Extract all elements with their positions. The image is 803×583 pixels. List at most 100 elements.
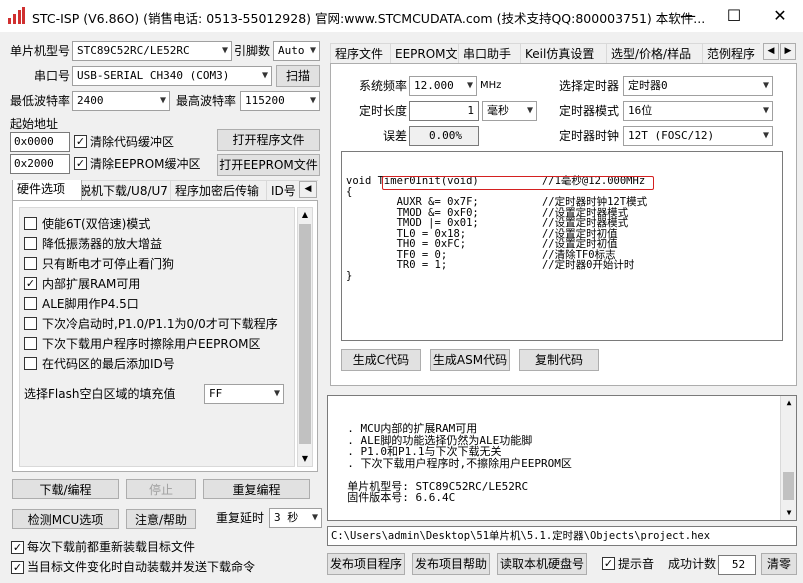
open-eeprom-file-button[interactable]: 打开EEPROM文件 xyxy=(217,154,320,176)
timer-select[interactable]: 定时器0 ▼ xyxy=(623,76,773,96)
clear-count-button[interactable]: 清零 xyxy=(761,553,797,575)
max-baud-value: 115200 xyxy=(245,94,285,107)
tab-hardware-options[interactable]: 硬件选项 xyxy=(12,180,82,200)
tab-serial-assistant[interactable]: 串口助手 xyxy=(458,43,528,63)
mcu-type-select[interactable]: STC89C52RC/LE52RC ▼ xyxy=(72,41,232,61)
read-disk-id-button[interactable]: 读取本机硬盘号 xyxy=(497,553,587,575)
file-path-field[interactable]: C:\Users\admin\Desktop\51单片机\5.1.定时器\Obj… xyxy=(327,526,797,546)
output-log[interactable]: . MCU内部的扩展RAM可用 . ALE脚的功能选择仍然为ALE功能脚 . P… xyxy=(327,395,797,538)
hardware-option-item[interactable]: 降低振荡器的放大增益 xyxy=(24,234,162,254)
success-count-label: 成功计数 xyxy=(668,557,717,571)
window-title: STC-ISP (V6.86O) (销售电话: 0513-55012928) 官… xyxy=(32,11,706,26)
clear-eeprom-checkbox[interactable]: ✓ xyxy=(74,157,87,170)
tab-offline-download[interactable]: 脱机下载/U8/U7 xyxy=(74,180,178,200)
option-checkbox[interactable] xyxy=(24,217,37,230)
scroll-up-icon[interactable]: ▲ xyxy=(781,396,797,410)
timer-clock-select[interactable]: 12T (FOSC/12) ▼ xyxy=(623,126,773,146)
hardware-option-item[interactable]: 使能6T(双倍速)模式 xyxy=(24,214,150,234)
option-checkbox[interactable]: ✓ xyxy=(24,277,37,290)
system-frequency-select[interactable]: 12.000 ▼ xyxy=(409,76,477,96)
success-count-value: 52 xyxy=(718,555,756,575)
error-label: 误差 xyxy=(383,129,408,143)
generate-asm-code-button[interactable]: 生成ASM代码 xyxy=(430,349,510,371)
scan-button[interactable]: 扫描 xyxy=(276,65,320,87)
log-scrollbar[interactable]: ▲ ▼ xyxy=(780,396,796,520)
scroll-thumb[interactable] xyxy=(299,224,311,444)
copy-code-button[interactable]: 复制代码 xyxy=(519,349,599,371)
repeat-program-button[interactable]: 重复编程 xyxy=(203,479,310,499)
beep-checkbox[interactable]: ✓ xyxy=(602,557,615,570)
hardware-option-item[interactable]: ALE脚用作P4.5口 xyxy=(24,294,139,314)
right-tab-bar: 程序文件 EEPROM文件 串口助手 Keil仿真设置 选型/价格/样品 范例程… xyxy=(330,43,760,63)
tab-prev-button[interactable]: ◀ xyxy=(763,43,779,60)
eeprom-address-input[interactable]: 0x2000 xyxy=(10,154,70,174)
max-baud-select[interactable]: 115200 ▼ xyxy=(240,91,320,111)
hardware-option-item[interactable]: 下次下载用户程序时擦除用户EEPROM区 xyxy=(24,334,261,354)
timer-mode-select[interactable]: 16位 ▼ xyxy=(623,101,773,121)
start-address-label: 起始地址 xyxy=(10,117,59,131)
max-baud-label: 最高波特率 xyxy=(176,94,237,108)
option-label: 下次下载用户程序时擦除用户EEPROM区 xyxy=(42,337,261,351)
port-select[interactable]: USB-SERIAL CH340 (COM3) ▼ xyxy=(72,66,272,86)
tab-encrypted-transfer[interactable]: 程序加密后传输 xyxy=(170,180,274,200)
option-checkbox[interactable] xyxy=(24,357,37,370)
system-frequency-value: 12.000 xyxy=(414,79,454,92)
title-bar: STC-ISP (V6.86O) (销售电话: 0513-55012928) 官… xyxy=(0,0,803,32)
flash-fill-select[interactable]: FF ▼ xyxy=(204,384,284,404)
option-checkbox[interactable] xyxy=(24,297,37,310)
tab-program-file[interactable]: 程序文件 xyxy=(330,43,398,63)
publish-project-program-button[interactable]: 发布项目程序 xyxy=(327,553,405,575)
scroll-down-icon[interactable]: ▼ xyxy=(298,452,312,466)
option-checkbox[interactable] xyxy=(24,237,37,250)
tab-selection-price[interactable]: 选型/价格/样品 xyxy=(606,43,710,63)
chevron-left-icon: ◀ xyxy=(304,184,312,194)
option-label: 只有断电才可停止看门狗 xyxy=(42,257,175,271)
scroll-thumb[interactable] xyxy=(783,472,794,500)
generate-c-code-button[interactable]: 生成C代码 xyxy=(341,349,421,371)
min-baud-select[interactable]: 2400 ▼ xyxy=(72,91,170,111)
left-tab-scroll[interactable]: ◀ xyxy=(299,181,317,198)
notes-help-button[interactable]: 注意/帮助 xyxy=(126,509,196,529)
reload-before-download-checkbox[interactable]: ✓ xyxy=(11,541,24,554)
hardware-option-item[interactable]: ✓ 内部扩展RAM可用 xyxy=(24,274,140,294)
close-button[interactable]: ✕ xyxy=(757,0,803,32)
pins-label: 引脚数 xyxy=(234,44,271,58)
publish-project-help-button[interactable]: 发布项目帮助 xyxy=(412,553,490,575)
open-program-file-button[interactable]: 打开程序文件 xyxy=(217,129,320,151)
options-scrollbar[interactable]: ▲ ▼ xyxy=(297,207,313,467)
tab-example-programs[interactable]: 范例程序 xyxy=(702,43,760,63)
check-mcu-options-button[interactable]: 检测MCU选项 xyxy=(12,509,119,529)
option-checkbox[interactable] xyxy=(24,337,37,350)
tab-keil-settings[interactable]: Keil仿真设置 xyxy=(520,43,614,63)
repeat-delay-select[interactable]: 3 秒 ▼ xyxy=(269,508,322,528)
timer-length-input[interactable]: 1 xyxy=(409,101,479,121)
timer-length-label: 定时长度 xyxy=(359,104,408,118)
hardware-option-item[interactable]: 在代码区的最后添加ID号 xyxy=(24,354,175,374)
hardware-option-item[interactable]: 下次冷启动时,P1.0/P1.1为0/0才可下载程序 xyxy=(24,314,278,334)
timer-unit-select[interactable]: 毫秒 ▼ xyxy=(482,101,537,121)
minimize-button[interactable]: — xyxy=(665,0,711,32)
maximize-button[interactable]: ☐ xyxy=(711,0,757,32)
hardware-option-item[interactable]: 只有断电才可停止看门狗 xyxy=(24,254,174,274)
pins-select[interactable]: Auto ▼ xyxy=(273,41,320,61)
port-label: 串口号 xyxy=(34,69,71,83)
generated-code-area[interactable]: void Timer0Init(void) //1毫秒@12.000MHz{ A… xyxy=(341,151,783,341)
option-checkbox[interactable] xyxy=(24,257,37,270)
auto-load-checkbox[interactable]: ✓ xyxy=(11,561,24,574)
mcu-type-value: STC89C52RC/LE52RC xyxy=(77,44,190,57)
tab-next-button[interactable]: ▶ xyxy=(780,43,796,60)
scroll-up-icon[interactable]: ▲ xyxy=(298,208,312,222)
chevron-down-icon: ▼ xyxy=(466,80,473,91)
clear-code-checkbox[interactable]: ✓ xyxy=(74,135,87,148)
download-program-button[interactable]: 下载/编程 xyxy=(12,479,119,499)
clear-code-label: 清除代码缓冲区 xyxy=(90,135,175,149)
code-address-input[interactable]: 0x0000 xyxy=(10,132,70,152)
scroll-down-icon[interactable]: ▼ xyxy=(781,506,797,520)
pins-value: Auto xyxy=(278,44,305,57)
tab-eeprom-file[interactable]: EEPROM文件 xyxy=(390,43,470,63)
option-checkbox[interactable] xyxy=(24,317,37,330)
stop-button[interactable]: 停止 xyxy=(126,479,196,499)
left-tab-bar: 硬件选项 脱机下载/U8/U7 程序加密后传输 ID号 xyxy=(12,180,318,200)
highlight-box xyxy=(382,176,654,190)
timer-clock-label: 定时器时钟 xyxy=(559,129,620,143)
